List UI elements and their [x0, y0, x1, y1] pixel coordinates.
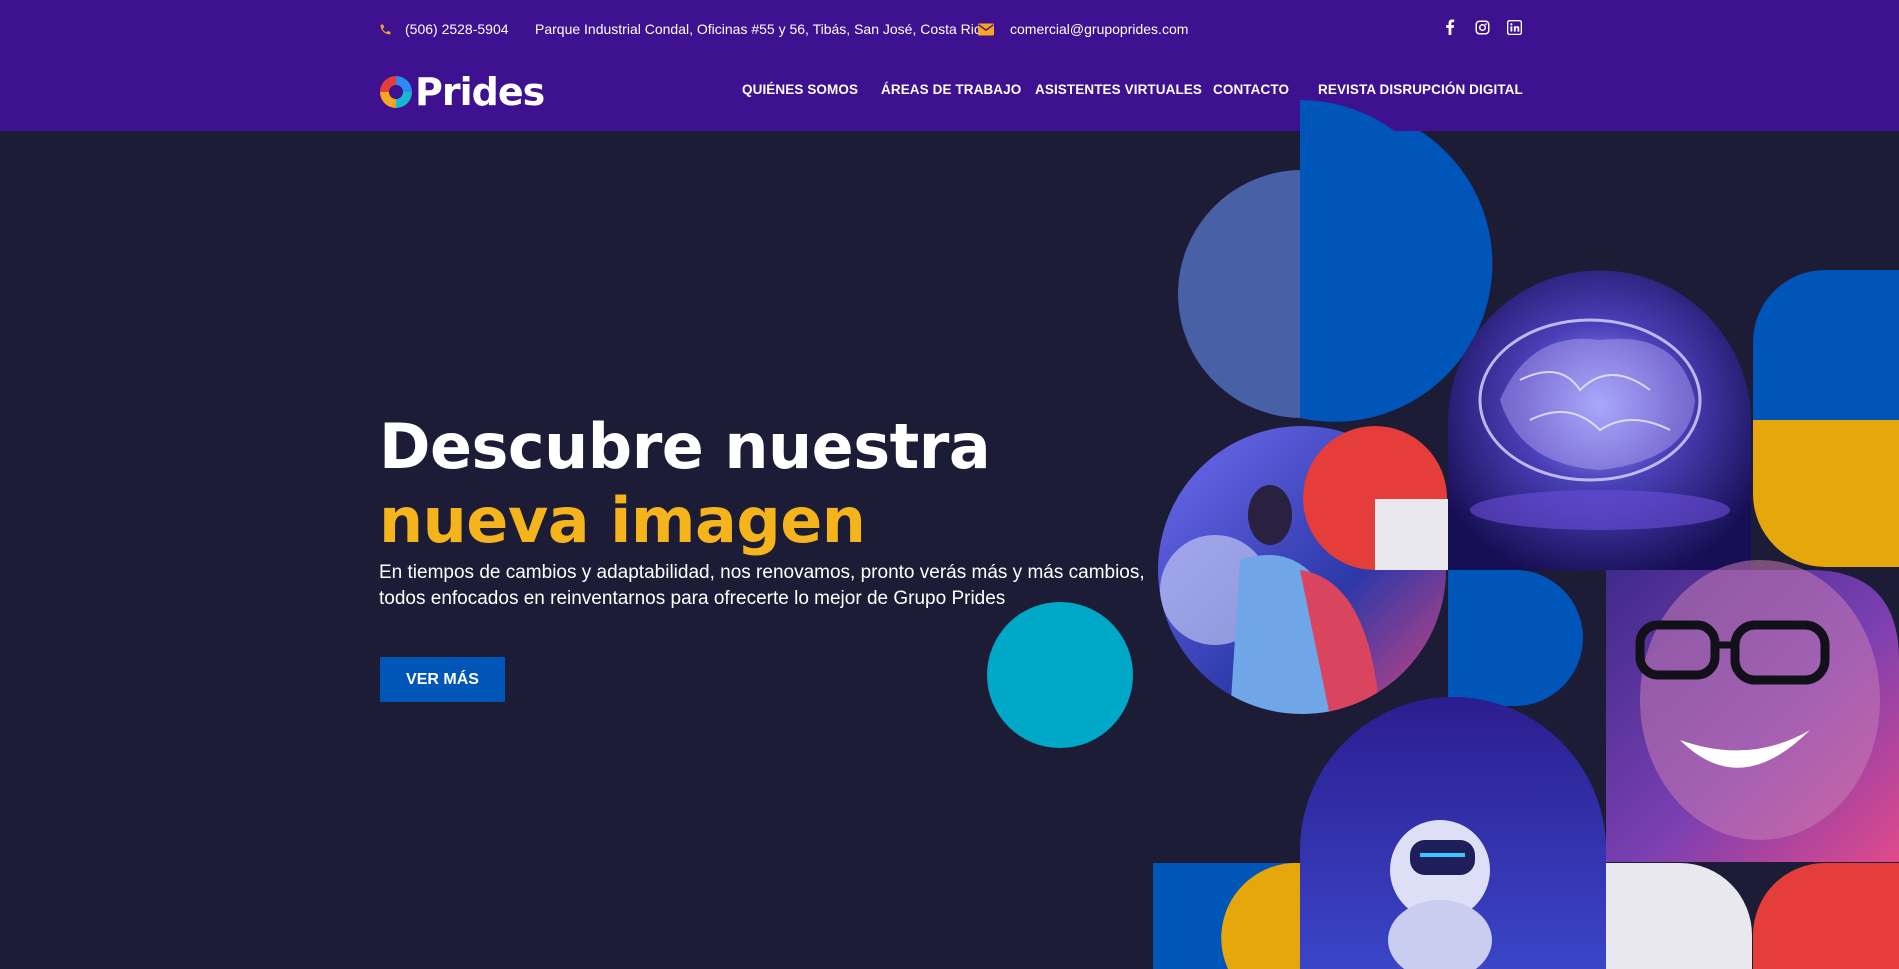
email-text: comercial@grupoprides.com	[1010, 21, 1189, 37]
address-text: Parque Industrial Condal, Oficinas #55 y…	[535, 21, 989, 37]
email-contact[interactable]: comercial@grupoprides.com	[978, 21, 1188, 37]
phone-icon	[380, 24, 391, 34]
shape-bottom-blue	[1153, 863, 1300, 969]
nav-quienes-somos[interactable]: QUIÉNES SOMOS	[742, 82, 858, 97]
shape-blue-half-circle	[1300, 100, 1459, 418]
ver-mas-button[interactable]: VER MÁS	[380, 657, 505, 702]
shape-bottom-gold	[1221, 862, 1300, 969]
instagram-icon[interactable]	[1473, 18, 1491, 36]
hero-title-line2: nueva imagen	[379, 484, 866, 557]
hero-title: Descubre nuestra nueva imagen	[379, 410, 991, 558]
top-contact-bar: (506) 2528-5904 Parque Industrial Condal…	[0, 0, 1899, 58]
logo-text: Prides	[415, 70, 545, 114]
shape-teal-circle	[987, 602, 1133, 748]
man-phone-photo	[1158, 426, 1446, 714]
envelope-icon	[978, 23, 994, 35]
nav-revista-disrupcion-digital[interactable]: REVISTA DISRUPCIÓN DIGITAL	[1318, 82, 1523, 97]
facebook-icon[interactable]	[1441, 18, 1459, 36]
address-contact: Parque Industrial Condal, Oficinas #55 y…	[535, 21, 989, 37]
shape-right-blue	[1753, 270, 1899, 420]
nav-asistentes-virtuales[interactable]: ASISTENTES VIRTUALES	[1035, 82, 1202, 97]
shape-left-half-circle	[1178, 170, 1302, 418]
hero-description: En tiempos de cambios y adaptabilidad, n…	[379, 562, 1145, 609]
linkedin-icon[interactable]	[1505, 18, 1523, 36]
shape-small-blue	[1448, 570, 1583, 706]
brain-photo	[1448, 270, 1751, 570]
shape-bottom-red	[1753, 863, 1899, 969]
woman-glasses-photo	[1606, 560, 1899, 862]
phone-contact[interactable]: (506) 2528-5904	[379, 21, 509, 37]
robot-photo	[1300, 697, 1606, 969]
site-header: (506) 2528-5904 Parque Industrial Condal…	[0, 0, 1899, 131]
shape-red-circle	[1303, 426, 1447, 570]
shape-right-gold	[1753, 420, 1899, 567]
prides-logo[interactable]: Prides	[379, 70, 545, 114]
social-links	[1441, 18, 1523, 36]
nav-contacto[interactable]: CONTACTO	[1213, 82, 1289, 97]
shape-white-square	[1375, 499, 1448, 570]
prides-logo-mark	[380, 76, 412, 108]
phone-text: (506) 2528-5904	[405, 21, 509, 37]
nav-areas-de-trabajo[interactable]: ÁREAS DE TRABAJO	[881, 82, 1021, 97]
shape-bottom-white	[1606, 863, 1752, 969]
hero-title-line1: Descubre nuestra	[379, 410, 991, 483]
